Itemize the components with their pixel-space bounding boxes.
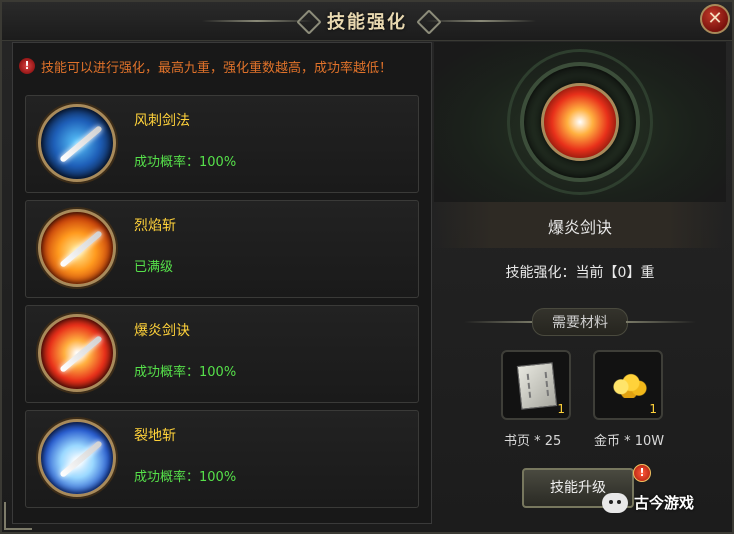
material-label-gold: 金币 * 10W — [594, 434, 665, 449]
close-icon: ✕ — [707, 8, 723, 29]
divider — [626, 321, 696, 323]
skill-max-level: 已满级 — [134, 260, 174, 275]
material-count: 1 — [649, 402, 657, 416]
skill-success-rate: 成功概率：100% — [134, 155, 237, 170]
skill-success-rate: 成功概率：100% — [134, 470, 237, 485]
enhance-notice: ! 技能可以进行强化，最高九重，强化重数越高，成功率越低！ — [19, 55, 425, 77]
title-ornament-right — [426, 20, 536, 22]
skill-card-ground-split[interactable]: 裂地斩 成功概率：100% — [25, 410, 419, 508]
selected-skill-preview — [434, 42, 726, 202]
skill-name: 爆炎剑诀 — [134, 323, 190, 339]
material-label-book-page: 书页 * 25 — [504, 434, 562, 449]
watermark: 古今游戏 — [602, 492, 694, 513]
book-page-icon — [516, 362, 558, 410]
selected-skill-name-band: 爆炎剑诀 — [434, 202, 726, 248]
warning-icon: ! — [19, 58, 35, 74]
skill-card-burst-flame-sword[interactable]: 爆炎剑诀 成功概率：100% — [25, 305, 419, 403]
ground-split-icon — [38, 419, 116, 497]
skill-name: 风刺剑法 — [134, 113, 190, 129]
flame-slash-icon — [38, 209, 116, 287]
watermark-text: 古今游戏 — [634, 494, 695, 512]
title-bar: 技能强化 — [2, 2, 732, 41]
skill-enhance-window: 技能强化 ✕ ! 技能可以进行强化，最高九重，强化重数越高，成功率越低！ 风刺剑… — [0, 0, 734, 534]
skill-card-flame-slash[interactable]: 烈焰斩 已满级 — [25, 200, 419, 298]
skill-name: 烈焰斩 — [134, 218, 176, 234]
wind-sword-icon — [38, 104, 116, 182]
burst-flame-sword-icon — [38, 314, 116, 392]
materials-header-label: 需要材料 — [532, 308, 628, 336]
window-title: 技能强化 — [327, 12, 407, 33]
material-slot-gold[interactable]: 1 — [593, 350, 663, 420]
skill-success-rate: 成功概率：100% — [134, 365, 237, 380]
wechat-icon — [602, 492, 628, 513]
skill-list-panel: ! 技能可以进行强化，最高九重，强化重数越高，成功率越低！ 风刺剑法 成功概率：… — [12, 42, 432, 524]
material-count: 1 — [557, 402, 565, 416]
materials-header: 需要材料 — [464, 308, 696, 336]
selected-skill-name: 爆炎剑诀 — [547, 218, 612, 237]
burst-flame-sword-icon — [541, 83, 619, 161]
material-slot-book-page[interactable]: 1 — [501, 350, 571, 420]
alert-icon: ! — [633, 464, 651, 482]
divider — [464, 321, 534, 323]
skill-name: 裂地斩 — [134, 428, 176, 444]
enhance-level-text: 技能强化：当前【0】重 — [505, 265, 655, 281]
close-button[interactable]: ✕ — [700, 4, 730, 34]
notice-text: 技能可以进行强化，最高九重，强化重数越高，成功率越低！ — [41, 60, 393, 76]
skill-card-wind-sword[interactable]: 风刺剑法 成功概率：100% — [25, 95, 419, 193]
gold-coin-icon — [609, 370, 649, 398]
